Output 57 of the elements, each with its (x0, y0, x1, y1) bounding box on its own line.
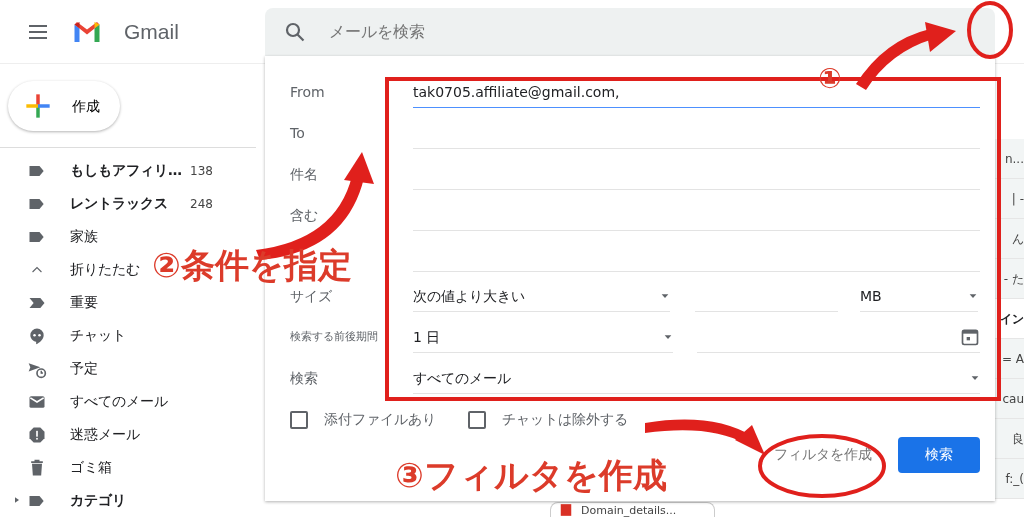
create-filter-link[interactable]: フィルタを作成 (772, 436, 874, 473)
search-field[interactable]: メールを検索 (327, 18, 727, 45)
mail-snippet: ん (1012, 230, 1024, 248)
checkbox-label: 添付ファイルあり (324, 410, 436, 429)
field-label: 検索する前後期間 (290, 329, 379, 346)
mail-snippet: - た (1003, 270, 1024, 288)
sidebar-item[interactable]: 折りたたむ (0, 253, 140, 286)
attachment-chip[interactable]: Domain_details... (550, 502, 715, 517)
chevron-up-icon (32, 266, 42, 273)
sidebar-item[interactable]: 迷惑メール (0, 418, 140, 451)
mail-snippet: | - (1011, 190, 1024, 208)
field-label: From (290, 83, 326, 102)
field-label: To (290, 124, 306, 143)
sidebar-item[interactable]: すべてのメール (0, 385, 168, 418)
sidebar-item[interactable]: カテゴリ (0, 484, 126, 517)
field-label: 検索 (290, 369, 319, 388)
annotation-label: ②条件を指定 (152, 244, 352, 287)
compose-button[interactable]: 作成 (8, 81, 120, 131)
checkbox[interactable] (290, 410, 308, 429)
search-button[interactable]: 検索 (898, 436, 980, 473)
mail-snippet: cau (1002, 390, 1024, 408)
file-icon (559, 503, 573, 517)
mail-snippet: f:_( (1005, 470, 1024, 488)
mail-snippet: 良 (1012, 430, 1024, 448)
highlight-circle (967, 1, 1013, 59)
dropdown-caret-icon (663, 332, 673, 342)
sidebar-item[interactable]: チャット (0, 319, 126, 352)
checkbox-label: チャットは除外する (502, 410, 628, 429)
field-label: 含む (290, 206, 319, 225)
sidebar-item[interactable]: 重要 (0, 286, 98, 319)
sidebar-item[interactable]: レントラックス 248 (0, 187, 213, 220)
expand-arrow-icon (13, 496, 21, 504)
sidebar-item[interactable]: 家族 (0, 220, 98, 253)
sidebar-item[interactable]: 予定 (0, 352, 98, 385)
plus-icon (24, 92, 52, 120)
mail-row[interactable]: cau (995, 379, 1024, 419)
dropdown-caret-icon (660, 291, 670, 301)
sidebar-item[interactable]: もしもアフィリ… 138 (0, 154, 213, 187)
dropdown-caret-icon (968, 291, 978, 301)
calendar-icon (960, 327, 980, 347)
search-bar[interactable]: メールを検索 (265, 7, 995, 56)
app-name: Gmail (124, 18, 179, 45)
scope-select[interactable]: すべてのメール (413, 363, 980, 394)
field-label: サイズ (290, 287, 333, 306)
mail-snippet: = A (1001, 350, 1024, 368)
field-label: 件名 (290, 165, 319, 184)
mail-snippet: n... (1004, 150, 1024, 168)
mail-row[interactable]: f:_( (995, 459, 1024, 499)
checkbox[interactable] (468, 410, 486, 429)
mail-row[interactable]: 良 (995, 419, 1024, 459)
sidebar-item[interactable]: ゴミ箱 (0, 451, 112, 484)
mail-snippet: イン (1000, 310, 1024, 328)
size-unit-select[interactable]: MB (860, 281, 978, 312)
annotation-label: ③フィルタを作成 (395, 454, 667, 497)
dropdown-caret-icon (970, 373, 980, 383)
date-range-select[interactable]: 1 日 (413, 322, 673, 353)
size-operator-select[interactable]: 次の値より大きい (413, 281, 670, 312)
